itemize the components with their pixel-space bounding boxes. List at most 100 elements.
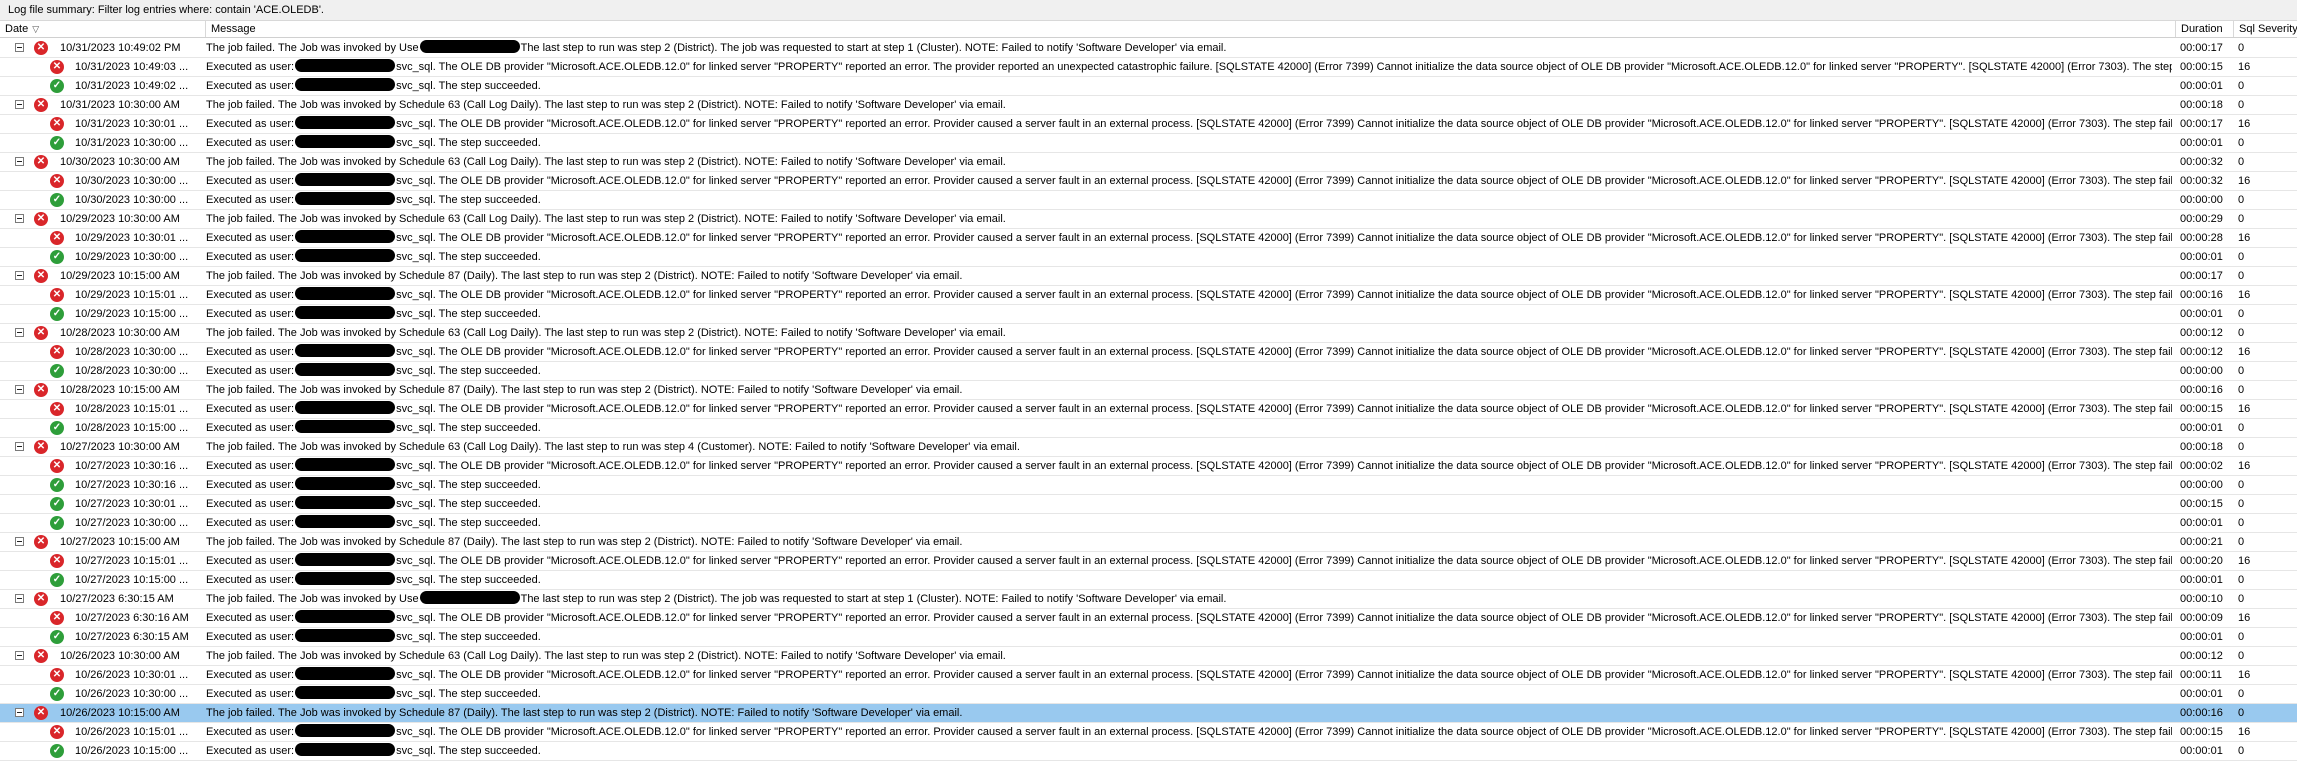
log-job-row[interactable]: ✕ 10/31/2023 10:49:02 PM The job failed. T… [0, 39, 2297, 58]
date-cell: ✓ 10/26/2023 10:30:00 ... [0, 685, 202, 703]
column-header-duration[interactable]: Duration [2176, 21, 2234, 37]
error-status-icon: ✕ [34, 383, 48, 397]
filter-summary-text: Log file summary: Filter log entries whe… [8, 4, 324, 16]
filter-icon[interactable]: ▽ [32, 24, 39, 34]
collapse-toggle-icon[interactable] [15, 442, 24, 451]
message-text-continued: svc_sql. The step succeeded. [396, 745, 541, 757]
log-step-row[interactable]: ✕ 10/31/2023 10:30:01 ... Executed as user… [0, 115, 2297, 134]
log-job-row[interactable]: ✕ 10/26/2023 10:15:00 AM The job failed. T… [0, 704, 2297, 723]
message-text: The job failed. The Job was invoked by S… [206, 213, 1006, 225]
error-status-icon: ✕ [50, 345, 64, 359]
log-job-row[interactable]: ✕ 10/27/2023 6:30:15 AM The job failed. Th… [0, 590, 2297, 609]
log-job-row[interactable]: ✕ 10/28/2023 10:15:00 AM The job failed. T… [0, 381, 2297, 400]
error-status-icon: ✕ [34, 41, 48, 55]
log-step-row[interactable]: ✓ 10/27/2023 6:30:15 AM Executed as user: s… [0, 628, 2297, 647]
date-text: 10/31/2023 10:30:01 ... [75, 118, 189, 130]
column-header-date-label: Date [5, 23, 29, 35]
error-status-icon: ✕ [34, 155, 48, 169]
log-step-row[interactable]: ✓ 10/30/2023 10:30:00 ... Executed as user… [0, 191, 2297, 210]
sql-severity-cell: 0 [2238, 517, 2245, 529]
message-cell: Executed as user: svc_sql. The step succe… [206, 628, 2172, 646]
date-cell: ✓ 10/27/2023 10:30:01 ... [0, 495, 202, 513]
log-step-row[interactable]: ✓ 10/29/2023 10:15:00 ... Executed as user… [0, 305, 2297, 324]
collapse-toggle-icon[interactable] [15, 100, 24, 109]
duration-cell: 00:00:29 [2180, 213, 2223, 225]
message-cell: Executed as user: svc_sql. The OLE DB pro… [206, 172, 2172, 190]
log-step-row[interactable]: ✓ 10/26/2023 10:15:00 ... Executed as user… [0, 742, 2297, 761]
collapse-toggle-icon[interactable] [15, 537, 24, 546]
log-job-row[interactable]: ✕ 10/28/2023 10:30:00 AM The job failed. T… [0, 324, 2297, 343]
log-step-row[interactable]: ✕ 10/29/2023 10:15:01 ... Executed as user… [0, 286, 2297, 305]
collapse-toggle-icon[interactable] [15, 385, 24, 394]
log-step-row[interactable]: ✕ 10/31/2023 10:49:03 ... Executed as user… [0, 58, 2297, 77]
log-step-row[interactable]: ✕ 10/29/2023 10:30:01 ... Executed as user… [0, 229, 2297, 248]
column-header-row: Date ▽ Message Duration Sql Severity [0, 21, 2297, 38]
message-text-continued: svc_sql. The step succeeded. [396, 365, 541, 377]
log-step-row[interactable]: ✓ 10/31/2023 10:49:02 ... Executed as user… [0, 77, 2297, 96]
collapse-toggle-icon[interactable] [15, 594, 24, 603]
log-step-row[interactable]: ✓ 10/28/2023 10:15:00 ... Executed as user… [0, 419, 2297, 438]
log-job-row[interactable]: ✕ 10/31/2023 10:30:00 AM The job failed. T… [0, 96, 2297, 115]
log-step-row[interactable]: ✓ 10/27/2023 10:30:16 ... Executed as user… [0, 476, 2297, 495]
message-text: Executed as user: [206, 688, 295, 700]
log-step-row[interactable]: ✕ 10/26/2023 10:15:01 ... Executed as user… [0, 723, 2297, 742]
log-job-row[interactable]: ✕ 10/26/2023 10:30:00 AM The job failed. T… [0, 647, 2297, 666]
log-step-row[interactable]: ✕ 10/28/2023 10:30:00 ... Executed as user… [0, 343, 2297, 362]
column-header-sql-severity[interactable]: Sql Severity [2234, 21, 2297, 37]
log-job-row[interactable]: ✕ 10/27/2023 10:15:00 AM The job failed. T… [0, 533, 2297, 552]
log-step-row[interactable]: ✕ 10/27/2023 10:15:01 ... Executed as user… [0, 552, 2297, 571]
duration-cell: 00:00:15 [2180, 498, 2223, 510]
collapse-toggle-icon[interactable] [15, 271, 24, 280]
redaction-mark [295, 515, 396, 528]
message-text: The job failed. The Job was invoked by S… [206, 156, 1006, 168]
duration-cell: 00:00:17 [2180, 42, 2223, 54]
log-job-row[interactable]: ✕ 10/29/2023 10:15:00 AM The job failed. T… [0, 267, 2297, 286]
sql-severity-cell: 0 [2238, 137, 2245, 149]
message-cell: Executed as user: svc_sql. The OLE DB pro… [206, 723, 2172, 741]
message-text: Executed as user: [206, 555, 295, 567]
message-text: Executed as user: [206, 61, 295, 73]
log-job-row[interactable]: ✕ 10/30/2023 10:30:00 AM The job failed. T… [0, 153, 2297, 172]
date-cell: ✓ 10/29/2023 10:15:00 ... [0, 305, 202, 323]
collapse-toggle-icon[interactable] [15, 708, 24, 717]
duration-cell: 00:00:12 [2180, 650, 2223, 662]
sql-severity-cell: 16 [2238, 555, 2251, 567]
date-text: 10/31/2023 10:30:00 AM [60, 99, 180, 111]
date-cell: ✓ 10/30/2023 10:30:00 ... [0, 191, 202, 209]
message-text: The job failed. The Job was invoked by S… [206, 99, 1006, 111]
column-header-date[interactable]: Date ▽ [0, 21, 206, 37]
collapse-toggle-icon[interactable] [15, 214, 24, 223]
date-text: 10/27/2023 10:15:01 ... [75, 555, 189, 567]
collapse-toggle-icon[interactable] [15, 43, 24, 52]
collapse-toggle-icon[interactable] [15, 651, 24, 660]
sql-severity-cell: 16 [2238, 403, 2251, 415]
message-text: Executed as user: [206, 308, 295, 320]
log-step-row[interactable]: ✓ 10/29/2023 10:30:00 ... Executed as user… [0, 248, 2297, 267]
log-step-row[interactable]: ✓ 10/26/2023 10:30:00 ... Executed as user… [0, 685, 2297, 704]
log-step-row[interactable]: ✕ 10/26/2023 10:30:01 ... Executed as user… [0, 666, 2297, 685]
sql-severity-cell: 0 [2238, 251, 2245, 263]
log-step-row[interactable]: ✕ 10/27/2023 10:30:16 ... Executed as user… [0, 457, 2297, 476]
log-step-row[interactable]: ✕ 10/30/2023 10:30:00 ... Executed as user… [0, 172, 2297, 191]
log-job-row[interactable]: ✕ 10/27/2023 10:30:00 AM The job failed. T… [0, 438, 2297, 457]
log-step-row[interactable]: ✓ 10/31/2023 10:30:00 ... Executed as user… [0, 134, 2297, 153]
redaction-mark [295, 724, 396, 737]
collapse-toggle-icon[interactable] [15, 157, 24, 166]
collapse-toggle-icon[interactable] [15, 328, 24, 337]
message-text-continued: svc_sql. The OLE DB provider "Microsoft.… [396, 346, 2172, 358]
log-step-row[interactable]: ✕ 10/28/2023 10:15:01 ... Executed as user… [0, 400, 2297, 419]
message-text: The job failed. The Job was invoked by U… [206, 42, 419, 54]
log-step-row[interactable]: ✓ 10/28/2023 10:30:00 ... Executed as user… [0, 362, 2297, 381]
log-job-row[interactable]: ✕ 10/29/2023 10:30:00 AM The job failed. T… [0, 210, 2297, 229]
message-text: Executed as user: [206, 118, 295, 130]
date-text: 10/31/2023 10:49:02 ... [75, 80, 189, 92]
log-step-row[interactable]: ✓ 10/27/2023 10:30:01 ... Executed as user… [0, 495, 2297, 514]
date-cell: ✕ 10/30/2023 10:30:00 ... [0, 172, 202, 190]
message-cell: The job failed. The Job was invoked by S… [206, 647, 2172, 665]
log-step-row[interactable]: ✕ 10/27/2023 6:30:16 AM Executed as user: s… [0, 609, 2297, 628]
redaction-mark [295, 173, 396, 186]
success-status-icon: ✓ [50, 573, 64, 587]
column-header-message[interactable]: Message [206, 21, 2176, 37]
log-step-row[interactable]: ✓ 10/27/2023 10:15:00 ... Executed as user… [0, 571, 2297, 590]
log-step-row[interactable]: ✓ 10/27/2023 10:30:00 ... Executed as user… [0, 514, 2297, 533]
